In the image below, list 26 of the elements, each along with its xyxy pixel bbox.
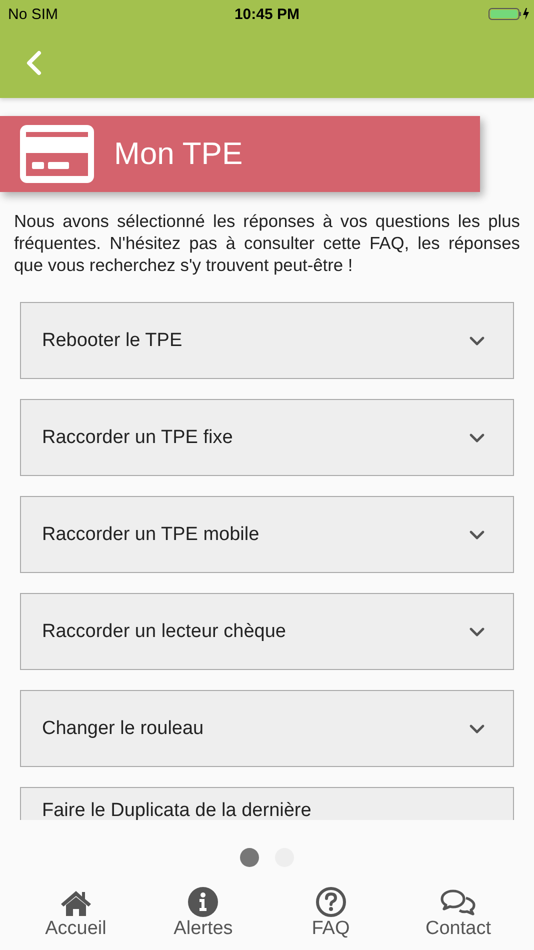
credit-card-icon: [20, 125, 94, 183]
question-item[interactable]: Raccorder un lecteur chèque: [20, 593, 514, 670]
help-icon: [316, 887, 346, 917]
question-item[interactable]: Faire le Duplicata de la dernière: [20, 787, 514, 820]
tab-item[interactable]: Accueil: [20, 878, 131, 950]
question-item[interactable]: Raccorder un TPE mobile: [20, 496, 514, 573]
question-item[interactable]: Changer le rouleau: [20, 690, 514, 767]
intro-text: Nous avons sélectionné les réponses à vos questions les plus fréquentes. N'hésitez pas à consulter cette FAQ, les réponses que vous recherchez s'y trouvent peut-être !: [14, 210, 520, 276]
home-icon: [60, 889, 92, 917]
chevron-icon: [469, 336, 485, 346]
chevron-icon: [469, 432, 485, 442]
tab-item[interactable]: FAQ: [276, 878, 386, 950]
chevron-icon: [469, 626, 485, 636]
carrier-name: No SIM: [8, 6, 58, 22]
status-time: 10:45 PM: [233, 6, 301, 22]
question-item[interactable]: Rebooter le TPE: [20, 302, 514, 379]
page-title: Mon TPE: [114, 136, 243, 172]
tab-item[interactable]: Alertes: [148, 878, 258, 950]
chevron-icon: [469, 530, 485, 540]
battery-icon: [488, 7, 530, 21]
question-item[interactable]: Raccorder un TPE fixe: [20, 399, 514, 476]
chevron-icon: [469, 724, 485, 734]
tab-item[interactable]: Contact: [403, 878, 514, 950]
info-icon: [188, 887, 218, 917]
chat-icon: [440, 889, 476, 917]
page-dot[interactable]: [240, 848, 259, 867]
